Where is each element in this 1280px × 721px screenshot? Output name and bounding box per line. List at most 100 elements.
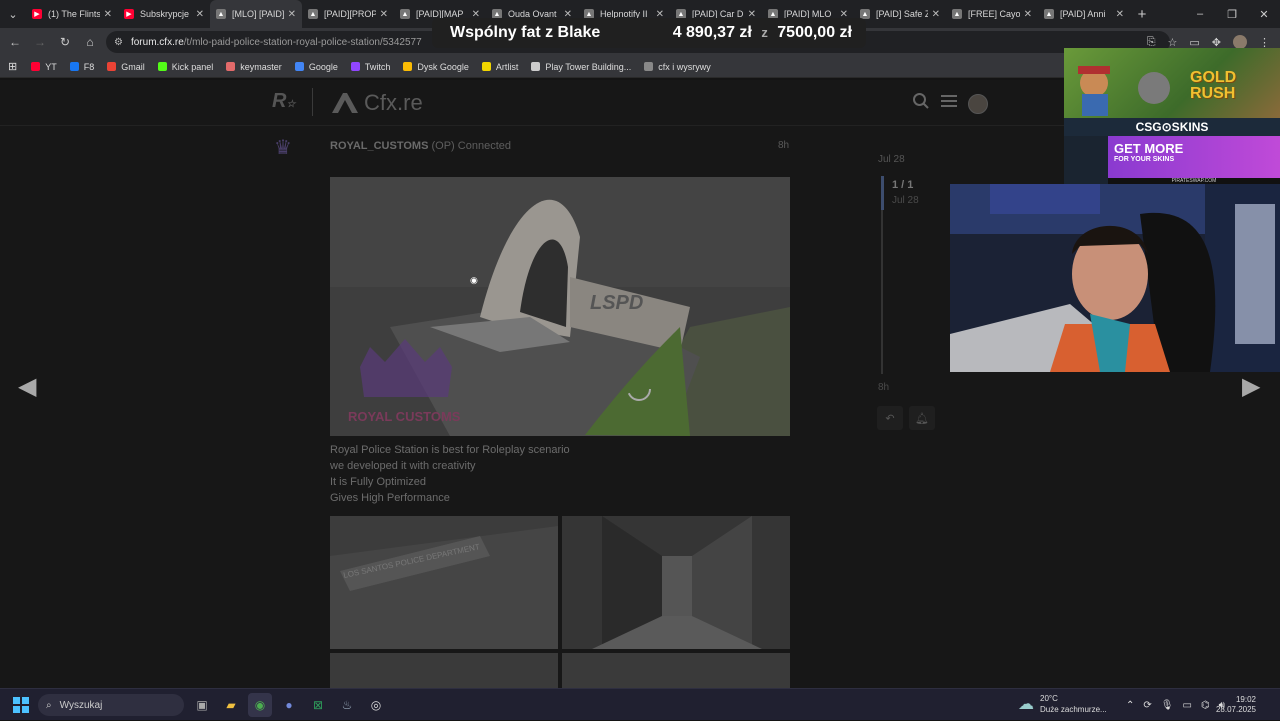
install-app-icon[interactable]: ⎘ <box>1147 36 1156 49</box>
start-button[interactable] <box>13 696 29 713</box>
rockstar-logo-icon[interactable]: R☆ <box>272 90 295 113</box>
close-tab-icon[interactable]: ✕ <box>196 9 204 20</box>
youtube-icon: ▶ <box>124 9 134 19</box>
extensions-puzzle-icon[interactable]: ✥ <box>1212 36 1221 49</box>
back-button[interactable]: ← <box>3 30 27 54</box>
tab-search-button[interactable]: ⌄ <box>0 0 26 28</box>
bookmark-item[interactable]: Artlist <box>481 61 519 72</box>
timeline-top-date[interactable]: Jul 28 <box>878 154 905 165</box>
next-arrow-icon[interactable]: ▶ <box>1242 372 1260 401</box>
bookmark-item[interactable]: Play Tower Building... <box>531 62 631 72</box>
profile-avatar[interactable] <box>1233 35 1247 49</box>
hamburger-menu-icon[interactable] <box>940 93 958 114</box>
display-icon[interactable]: ▭ <box>1182 700 1191 711</box>
bookmark-label: cfx i wysrywy <box>658 61 711 72</box>
bookmark-item[interactable]: Google <box>294 62 338 72</box>
close-tab-icon[interactable]: ✕ <box>380 9 388 20</box>
lspd-label: LSPD <box>590 292 643 314</box>
bookmark-item[interactable]: Twitch <box>350 61 391 72</box>
browser-tab[interactable]: ▲ [FREE] Cayo ✕ <box>946 0 1038 28</box>
bookmark-item[interactable]: Kick panel <box>157 61 214 72</box>
sync-icon[interactable]: ⟳ <box>1143 700 1151 711</box>
bookmark-item[interactable]: F8 <box>69 62 94 72</box>
close-tab-icon[interactable]: ✕ <box>1024 9 1032 20</box>
tab-label: [MLO] [PAID] <box>232 9 284 19</box>
url-host: forum.cfx.re <box>130 36 184 48</box>
close-tab-icon[interactable]: ✕ <box>288 9 296 20</box>
game-icon <box>531 62 541 71</box>
bookmark-item[interactable]: YT <box>31 62 57 72</box>
bookmark-item[interactable]: Gmail <box>107 62 145 72</box>
browser-tab[interactable]: ▲ [PAID] Anni ✕ <box>1038 0 1130 28</box>
site-info-icon[interactable]: ⚙ <box>114 37 123 48</box>
bookmark-item[interactable]: Dysk Google <box>403 62 469 72</box>
bookmark-star-icon[interactable]: ☆ <box>1168 36 1178 49</box>
restore-button[interactable]: ❐ <box>1216 0 1248 28</box>
chrome-icon[interactable]: ◉ <box>248 693 272 717</box>
post-line: Gives High Performance <box>330 492 450 504</box>
bookmark-item[interactable]: cfx i wysrywy <box>644 62 711 72</box>
home-button[interactable]: ⌂ <box>78 30 102 54</box>
clock-date: 28.07.2025 <box>1215 705 1256 714</box>
reply-icon[interactable]: ↶ <box>877 406 903 430</box>
drive-icon <box>403 62 413 71</box>
close-tab-icon[interactable]: ✕ <box>104 9 112 20</box>
police-station-render: LSPD ROYAL CUSTOMS <box>330 177 790 436</box>
reload-button[interactable]: ↻ <box>53 30 77 54</box>
post-main-image[interactable]: LSPD ROYAL CUSTOMS ◉ <box>330 177 790 436</box>
timeline-end[interactable]: 8h <box>878 382 889 393</box>
timeline-handle[interactable] <box>881 176 884 210</box>
minimize-button[interactable]: – <box>1184 0 1216 28</box>
bookmark-label: Twitch <box>364 61 391 72</box>
gold-rush-banner: GOLD RUSH <box>1064 48 1280 118</box>
clock[interactable]: 19:02 28.07.2025 <box>1216 695 1256 715</box>
browser-tab[interactable]: ▲ [PAID] Safe Z ✕ <box>854 0 946 28</box>
gallery-thumb-4[interactable] <box>562 653 790 688</box>
google-icon <box>294 62 304 71</box>
microphone-icon[interactable]: 🎙︎ <box>1161 700 1174 711</box>
cfx-logo-icon <box>332 93 358 113</box>
bookmark-item[interactable]: keymaster <box>226 62 282 72</box>
weather-widget[interactable]: ☁ 20°C Duże zachmurze... <box>1018 693 1107 715</box>
post-time[interactable]: 8h <box>778 140 789 151</box>
bell-icon[interactable]: 🔔︎ <box>909 406 935 430</box>
bookmark-label: Kick panel <box>171 61 214 72</box>
close-window-button[interactable]: ✕ <box>1248 0 1280 28</box>
gallery-thumb-2[interactable] <box>562 516 790 649</box>
excel-icon[interactable]: ⊠ <box>306 693 330 717</box>
steam-icon[interactable]: ♨ <box>335 693 359 717</box>
obs-icon[interactable]: ◎ <box>364 693 388 717</box>
search-icon[interactable] <box>912 92 930 115</box>
menu-kebab-icon[interactable]: ⋮ <box>1259 36 1270 49</box>
temperature: 20°C <box>1040 694 1058 703</box>
extension-icon[interactable]: ▭ <box>1189 36 1199 49</box>
browser-tab[interactable]: ▶ (1) The Flints ✕ <box>26 0 118 28</box>
post-username[interactable]: ROYAL_CUSTOMS <box>330 140 428 152</box>
prev-arrow-icon[interactable]: ◀ <box>18 372 36 401</box>
file-explorer-icon[interactable]: ▰ <box>219 693 243 717</box>
forward-button[interactable]: → <box>28 30 52 54</box>
new-tab-button[interactable]: + <box>1130 6 1154 23</box>
browser-tab[interactable]: ▶ Subskrypcje ✕ <box>118 0 210 28</box>
crown-avatar-icon[interactable]: ♛ <box>274 135 302 159</box>
user-avatar[interactable] <box>968 93 988 114</box>
browser-tab[interactable]: ▲ [MLO] [PAID] ✕ <box>210 0 302 28</box>
discord-icon[interactable]: ● <box>277 693 301 717</box>
bookmark-label: Artlist <box>495 61 519 72</box>
post-author: ROYAL_CUSTOMS (OP) Connected <box>330 140 511 152</box>
forward-arrow-icon: → <box>34 35 46 49</box>
apps-grid-icon[interactable]: ⊞ <box>8 60 17 73</box>
close-tab-icon[interactable]: ✕ <box>932 9 940 20</box>
task-view-icon[interactable]: ▣ <box>190 693 214 717</box>
post-line: It is Fully Optimized <box>330 476 426 488</box>
gallery-thumb-1[interactable]: LOS SANTOS POLICE DEPARTMENT <box>330 516 558 649</box>
tab-label: [PAID] Anni <box>1060 9 1106 19</box>
gallery-thumb-3[interactable] <box>330 653 558 688</box>
tray-chevron-icon[interactable]: ⌃ <box>1126 700 1134 711</box>
close-tab-icon[interactable]: ✕ <box>1116 9 1124 20</box>
network-icon[interactable]: ⌬ <box>1201 700 1210 711</box>
browser-tab[interactable]: ▲ [PAID][PROP ✕ <box>302 0 394 28</box>
taskbar-search[interactable]: ⌕ Wyszukaj <box>38 694 184 716</box>
gmail-icon <box>107 62 117 71</box>
cfx-logo[interactable]: Cfx.re <box>330 90 423 116</box>
